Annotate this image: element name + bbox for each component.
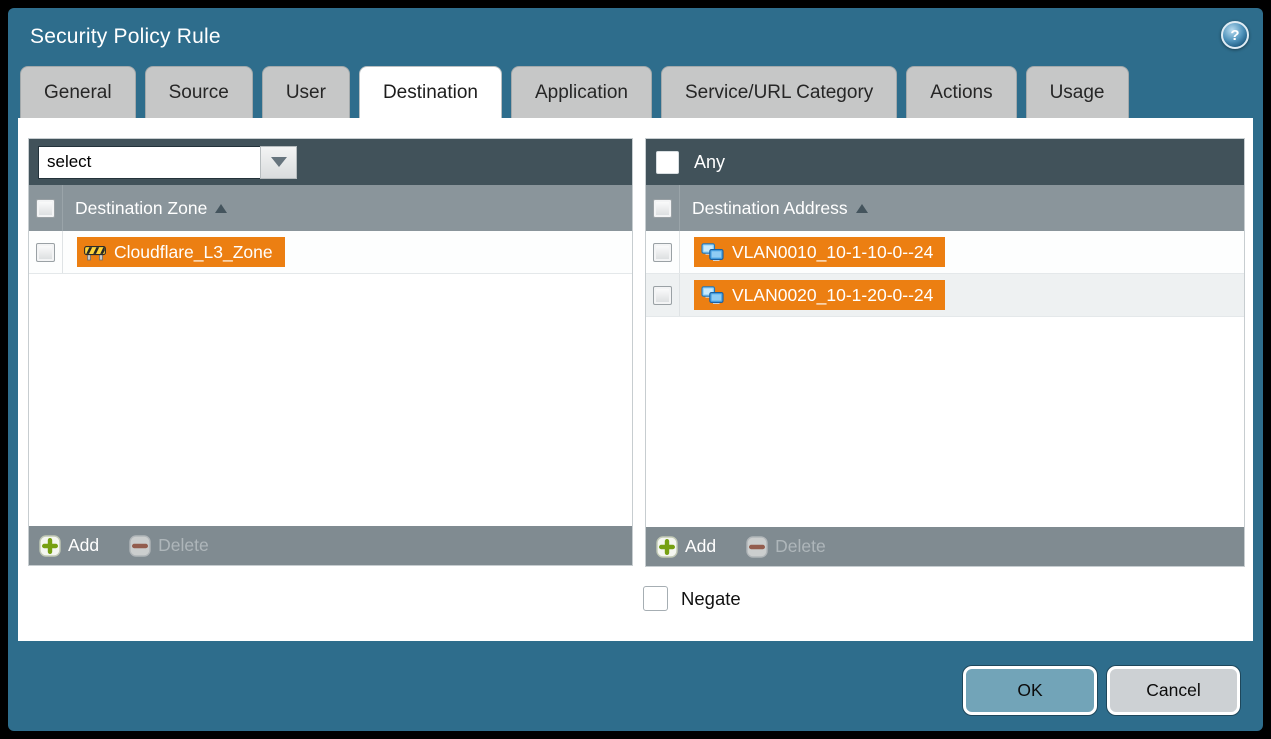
dialog-title: Security Policy Rule <box>30 25 221 49</box>
address-list-item: VLAN0010_10-1-10-0--24 <box>646 231 1244 274</box>
zone-select-all-checkbox[interactable] <box>36 199 55 218</box>
tab-destination[interactable]: Destination <box>359 66 502 118</box>
address-icon <box>701 286 724 305</box>
zone-select-dropdown-button[interactable] <box>260 146 297 179</box>
zone-row-checkbox-cell <box>29 231 63 273</box>
tab-user[interactable]: User <box>262 66 350 118</box>
address-row-checkbox-cell <box>646 231 680 273</box>
negate-row: Negate <box>643 586 741 611</box>
negate-checkbox[interactable] <box>643 586 668 611</box>
address-list: VLAN0010_10-1-10-0--24 <box>646 231 1244 527</box>
dialog-titlebar: Security Policy Rule <box>8 8 1263 66</box>
zone-select-toolbar <box>29 139 632 185</box>
address-column-header: Destination Address <box>646 185 1244 231</box>
address-select-all-checkbox[interactable] <box>653 199 672 218</box>
address-value-label: VLAN0020_10-1-20-0--24 <box>732 285 933 306</box>
zone-value-chip[interactable]: Cloudflare_L3_Zone <box>77 237 285 267</box>
address-value-label: VLAN0010_10-1-10-0--24 <box>732 242 933 263</box>
address-row-checkbox-cell <box>646 274 680 316</box>
zone-select <box>38 146 297 179</box>
destination-tab-content: Destination Zone <box>18 118 1253 641</box>
zone-delete-button[interactable]: Delete <box>129 535 209 557</box>
address-row-checkbox[interactable] <box>653 286 672 305</box>
chevron-down-icon <box>271 157 287 167</box>
any-bar: Any <box>646 139 1244 185</box>
address-row-checkbox[interactable] <box>653 243 672 262</box>
address-delete-label: Delete <box>775 536 826 557</box>
address-panel-footer: Add Delete <box>646 527 1244 566</box>
zone-row-checkbox[interactable] <box>36 243 55 262</box>
security-policy-rule-dialog: Security Policy Rule ? General Source Us… <box>8 8 1263 731</box>
add-icon <box>39 535 61 557</box>
add-icon <box>656 536 678 558</box>
tab-service-url-category[interactable]: Service/URL Category <box>661 66 897 118</box>
zone-select-input[interactable] <box>38 146 260 179</box>
address-column-sort-header[interactable]: Destination Address <box>692 198 868 219</box>
address-header-checkbox-cell <box>646 185 680 231</box>
zone-column-sort-header[interactable]: Destination Zone <box>75 198 227 219</box>
destination-address-panel: Any Destination Address <box>645 138 1245 567</box>
address-add-label: Add <box>685 536 716 557</box>
zone-value-label: Cloudflare_L3_Zone <box>114 242 273 263</box>
delete-icon <box>746 536 768 558</box>
zone-delete-label: Delete <box>158 535 209 556</box>
zone-column-header: Destination Zone <box>29 185 632 231</box>
any-label: Any <box>694 152 725 173</box>
negate-label: Negate <box>681 588 741 610</box>
ok-button[interactable]: OK <box>963 666 1097 715</box>
zone-icon <box>84 244 106 261</box>
help-icon[interactable]: ? <box>1221 21 1249 49</box>
cancel-button[interactable]: Cancel <box>1107 666 1240 715</box>
address-value-chip[interactable]: VLAN0020_10-1-20-0--24 <box>694 280 945 310</box>
zone-add-label: Add <box>68 535 99 556</box>
address-value-chip[interactable]: VLAN0010_10-1-10-0--24 <box>694 237 945 267</box>
zone-panel-footer: Add Delete <box>29 526 632 565</box>
tab-actions[interactable]: Actions <box>906 66 1016 118</box>
zone-add-button[interactable]: Add <box>39 535 99 557</box>
sort-ascending-icon <box>215 204 227 213</box>
address-list-item: VLAN0020_10-1-20-0--24 <box>646 274 1244 317</box>
tab-bar: General Source User Destination Applicat… <box>20 66 1129 118</box>
delete-icon <box>129 535 151 557</box>
zone-list-item: Cloudflare_L3_Zone <box>29 231 632 274</box>
sort-ascending-icon <box>856 204 868 213</box>
address-column-label: Destination Address <box>692 198 848 219</box>
address-icon <box>701 243 724 262</box>
destination-zone-panel: Destination Zone <box>28 138 633 566</box>
address-add-button[interactable]: Add <box>656 536 716 558</box>
zone-list: Cloudflare_L3_Zone <box>29 231 632 526</box>
tab-application[interactable]: Application <box>511 66 652 118</box>
any-checkbox[interactable] <box>656 151 679 174</box>
tab-general[interactable]: General <box>20 66 136 118</box>
zone-column-label: Destination Zone <box>75 198 207 219</box>
tab-source[interactable]: Source <box>145 66 253 118</box>
zone-header-checkbox-cell <box>29 185 63 231</box>
address-delete-button[interactable]: Delete <box>746 536 826 558</box>
tab-usage[interactable]: Usage <box>1026 66 1129 118</box>
